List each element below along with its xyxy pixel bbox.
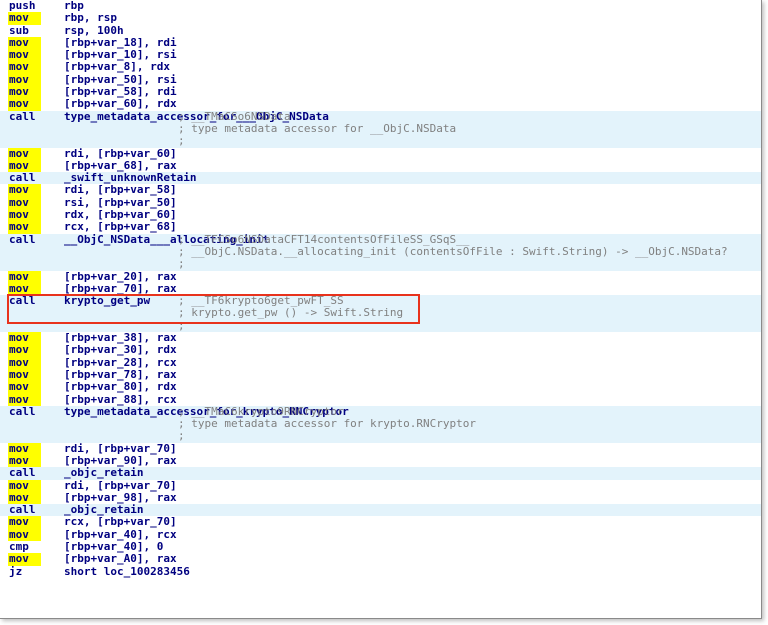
instruction-mnemonic[interactable]: call (8, 110, 41, 123)
instruction-mnemonic[interactable]: mov (8, 380, 41, 394)
instruction-operands[interactable]: _objc_retain (64, 466, 143, 479)
disasm-line[interactable]: mov [rbp+var_A0], rax (0, 553, 761, 566)
instruction-mnemonic[interactable]: mov (8, 11, 41, 25)
instruction-operands[interactable]: rbp, rsp (64, 11, 117, 24)
disasm-line[interactable]: mov [rbp+var_80], rdx (0, 380, 761, 394)
instruction-comment: ; (178, 134, 185, 148)
disasm-line[interactable]: ; krypto.get_pw () -> Swift.String (0, 306, 761, 320)
instruction-operands[interactable]: [rbp+var_88], rcx (64, 393, 177, 406)
instruction-mnemonic[interactable]: call (8, 405, 41, 418)
instruction-operands[interactable]: [rbp+var_80], rdx (64, 380, 177, 393)
instruction-operands[interactable]: short loc_100283456 (64, 565, 190, 578)
disasm-line[interactable]: mov [rbp+var_88], rcx (0, 393, 761, 406)
instruction-mnemonic[interactable]: mov (8, 221, 41, 234)
instruction-operands[interactable]: [rbp+var_30], rdx (64, 344, 177, 357)
instruction-comment: ; krypto.get_pw () -> Swift.String (178, 306, 404, 320)
disasm-line[interactable]: mov [rbp+var_30], rdx (0, 344, 761, 357)
disasm-line[interactable]: ; (0, 429, 761, 443)
instruction-operands[interactable]: [rbp+var_A0], rax (64, 553, 177, 566)
disassembly-view[interactable]: push rbp mov rbp, rsp sub rsp, 100h mov [rbp+va… (0, 0, 762, 619)
instruction-mnemonic[interactable]: call (8, 233, 41, 246)
instruction-operands[interactable]: [rbp+var_60], rdx (64, 98, 177, 111)
instruction-operands[interactable]: krypto_get_pw (64, 294, 150, 307)
instruction-mnemonic[interactable]: call (8, 294, 41, 307)
disasm-line[interactable]: mov [rbp+var_20], rax (0, 270, 761, 283)
instruction-mnemonic[interactable]: mov (8, 344, 41, 357)
instruction-operands[interactable]: rcx, [rbp+var_68] (64, 221, 177, 234)
disasm-line[interactable]: mov [rbp+var_60], rdx (0, 98, 761, 111)
instruction-mnemonic[interactable]: mov (8, 270, 41, 283)
instruction-comment: ; (178, 318, 185, 332)
disasm-line[interactable]: ; type metadata accessor for __ObjC.NSDa… (0, 121, 761, 136)
instruction-comment: ; type metadata accessor for __ObjC.NSDa… (178, 121, 457, 135)
instruction-comment: ; __ObjC.NSData.__allocating_init (conte… (178, 244, 728, 258)
disasm-line[interactable]: jz short loc_100283456 (0, 565, 761, 578)
instruction-comment: ; (178, 257, 185, 271)
disasm-line[interactable]: ; (0, 134, 761, 148)
disasm-line[interactable]: ; __ObjC.NSData.__allocating_init (conte… (0, 244, 761, 259)
instruction-mnemonic[interactable]: mov (8, 61, 41, 74)
instruction-comment: ; type metadata accessor for krypto.RNCr… (178, 417, 477, 431)
instruction-mnemonic[interactable]: jz (8, 565, 41, 578)
instruction-mnemonic[interactable]: mov (8, 393, 41, 406)
instruction-operands[interactable]: [rbp+var_8], rdx (64, 61, 170, 74)
disasm-line[interactable]: mov rcx, [rbp+var_68] (0, 221, 761, 234)
disasm-line[interactable]: call _objc_retain (0, 466, 761, 480)
instruction-operands[interactable]: rdi, [rbp+var_60] (64, 147, 177, 160)
instruction-mnemonic[interactable]: mov (8, 553, 41, 566)
disasm-line[interactable]: ; (0, 257, 761, 271)
disasm-line[interactable]: mov rdi, [rbp+var_60] (0, 147, 761, 160)
instruction-comment: ; (178, 429, 185, 443)
disassembly-listing: push rbp mov rbp, rsp sub rsp, 100h mov [rbp+va… (0, 0, 761, 578)
instruction-mnemonic[interactable]: call (8, 466, 41, 479)
instruction-mnemonic[interactable]: mov (8, 516, 41, 529)
disasm-line[interactable]: mov rdi, [rbp+var_58] (0, 184, 761, 197)
disasm-line[interactable]: mov rcx, [rbp+var_70] (0, 516, 761, 529)
disasm-line[interactable]: mov [rbp+var_8], rdx (0, 61, 761, 74)
instruction-mnemonic[interactable]: mov (8, 98, 41, 111)
instruction-operands[interactable]: rcx, [rbp+var_70] (64, 516, 177, 529)
disasm-line[interactable]: ; type metadata accessor for krypto.RNCr… (0, 417, 761, 431)
instruction-mnemonic[interactable]: mov (8, 184, 41, 197)
instruction-operands[interactable]: [rbp+var_20], rax (64, 270, 177, 283)
instruction-operands[interactable]: rdi, [rbp+var_58] (64, 184, 177, 197)
instruction-mnemonic[interactable]: mov (8, 147, 41, 160)
disasm-line[interactable]: mov rbp, rsp (0, 11, 761, 25)
